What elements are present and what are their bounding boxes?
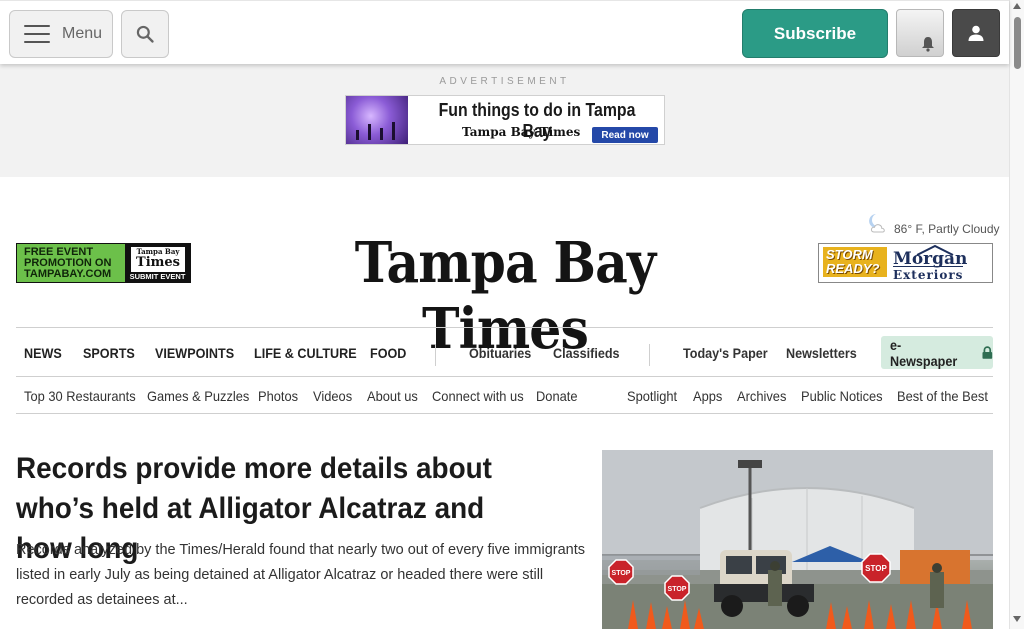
ad-brand: Tampa Bay Times	[462, 125, 581, 139]
nav-sports[interactable]: SPORTS	[83, 345, 135, 361]
lead-article-summary: Records analyzed by the Times/Herald fou…	[16, 542, 585, 608]
mini-logo-main: Times	[136, 255, 180, 270]
storm-ready-text: STORM READY?	[823, 247, 887, 277]
notifications-button[interactable]	[896, 9, 944, 57]
page-scrollbar[interactable]	[1009, 0, 1024, 629]
stop-sign: STOP	[861, 553, 891, 583]
weather-widget[interactable]: 86° F, Partly Cloudy	[866, 212, 1000, 236]
nav-classifieds[interactable]: Classifieds	[553, 345, 620, 361]
search-icon	[136, 25, 154, 43]
advertisement-label: ADVERTISEMENT	[439, 76, 570, 87]
nav-news[interactable]: NEWS	[24, 345, 62, 361]
promo-line: TAMPABAY.COM	[24, 268, 112, 280]
nav-games-puzzles[interactable]: Games & Puzzles	[147, 388, 249, 404]
user-icon	[968, 25, 984, 41]
scroll-thumb[interactable]	[1014, 17, 1021, 69]
weather-text: 86° F, Partly Cloudy	[894, 222, 1000, 236]
nav-viewpoints[interactable]: VIEWPOINTS	[155, 345, 234, 361]
primary-nav: NEWS SPORTS VIEWPOINTS LIFE & CULTURE FO…	[16, 327, 993, 376]
storm-line: STORM	[826, 247, 873, 262]
svg-text:STOP: STOP	[612, 570, 631, 577]
svg-text:STOP: STOP	[865, 564, 887, 573]
search-button[interactable]	[121, 10, 169, 58]
top-bar: Menu Subscribe	[0, 0, 1009, 64]
facility-checkpoint-image: STOP STOP STOP	[602, 450, 993, 629]
lock-icon	[982, 346, 993, 359]
nav-archives[interactable]: Archives	[737, 388, 786, 404]
lead-article-photo[interactable]: STOP STOP STOP	[602, 450, 993, 629]
nav-public-notices[interactable]: Public Notices	[801, 388, 883, 404]
nav-donate[interactable]: Donate	[536, 388, 578, 404]
nav-connect-with-us[interactable]: Connect with us	[432, 388, 524, 404]
nav-newsletters[interactable]: Newsletters	[786, 345, 857, 361]
event-promo-banner[interactable]: FREE EVENT PROMOTION ON TAMPABAY.COM Tam…	[16, 243, 191, 283]
scroll-up-arrow-icon[interactable]	[1013, 3, 1021, 9]
event-promo-badge: Tampa Bay Times SUBMIT EVENT	[125, 244, 190, 282]
nav-todays-paper[interactable]: Today's Paper	[683, 345, 768, 361]
mini-logo: Tampa Bay Times	[131, 247, 185, 272]
stop-sign: STOP	[664, 575, 690, 601]
nav-best-of-the-best[interactable]: Best of the Best	[897, 388, 988, 404]
bell-icon	[922, 37, 934, 52]
event-promo-text: FREE EVENT PROMOTION ON TAMPABAY.COM	[17, 244, 125, 282]
partly-cloudy-icon	[869, 214, 885, 233]
nav-obituaries[interactable]: Obituaries	[469, 345, 531, 361]
nav-life-culture[interactable]: LIFE & CULTURE	[254, 345, 357, 361]
nav-spotlight[interactable]: Spotlight	[627, 388, 677, 404]
svg-text:STOP: STOP	[668, 586, 687, 593]
nav-videos[interactable]: Videos	[313, 388, 352, 404]
nav-apps[interactable]: Apps	[693, 388, 722, 404]
scroll-down-arrow-icon[interactable]	[1013, 616, 1021, 622]
ad-cta-button[interactable]: Read now	[592, 127, 658, 143]
menu-button[interactable]: Menu	[9, 10, 113, 58]
e-newspaper-button[interactable]: e-Newspaper	[881, 336, 993, 369]
nav-about-us[interactable]: About us	[367, 388, 418, 404]
e-newspaper-label: e-Newspaper	[890, 336, 958, 369]
nav-top-30-restaurants[interactable]: Top 30 Restaurants	[24, 388, 136, 404]
menu-label: Menu	[62, 25, 103, 42]
storm-ready-ad[interactable]: STORM READY? Morgan Exteriors	[818, 243, 993, 283]
secondary-nav: Top 30 Restaurants Games & Puzzles Photo…	[16, 376, 993, 414]
hamburger-icon	[24, 25, 50, 43]
submit-event-label: SUBMIT EVENT	[129, 272, 186, 281]
stop-sign: STOP	[608, 559, 634, 585]
site-logo[interactable]: Tampa Bay Times	[312, 230, 699, 362]
subscribe-button[interactable]: Subscribe	[742, 9, 888, 58]
ad-banner[interactable]: Fun things to do in Tampa Bay Tampa Bay …	[345, 95, 665, 145]
nav-food[interactable]: FOOD	[370, 345, 406, 361]
nav-divider	[435, 344, 436, 366]
advertisement-area: ADVERTISEMENT Fun things to do in Tampa …	[0, 64, 1009, 177]
nav-photos[interactable]: Photos	[258, 388, 298, 404]
nav-divider	[649, 344, 650, 366]
exteriors-brand: Exteriors	[893, 266, 964, 282]
account-button[interactable]	[952, 9, 1000, 57]
morgan-brand: Morgan	[893, 249, 968, 269]
ad-concert-image	[346, 96, 408, 144]
storm-line: READY?	[826, 261, 880, 276]
